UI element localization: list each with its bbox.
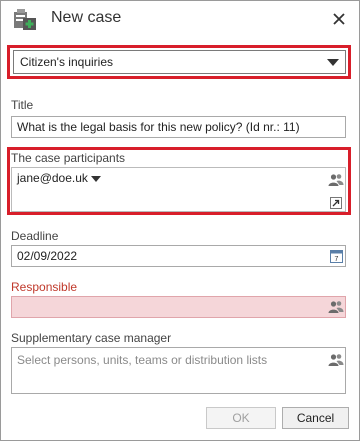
deadline-value: 02/09/2022 — [17, 249, 78, 263]
new-case-dialog: New case Citizen's inquiries Title What … — [0, 0, 360, 441]
title-label: Title — [11, 98, 34, 112]
title-input[interactable]: What is the legal basis for this new pol… — [11, 116, 346, 138]
participants-label: The case participants — [11, 151, 126, 165]
deadline-label: Deadline — [11, 229, 59, 243]
people-picker-icon[interactable] — [328, 353, 344, 367]
deadline-input[interactable]: 02/09/2022 7 — [11, 245, 346, 267]
calendar-icon[interactable]: 7 — [330, 249, 343, 263]
open-link-icon[interactable] — [330, 197, 342, 209]
chevron-down-icon[interactable] — [327, 59, 339, 66]
supplementary-label: Supplementary case manager — [11, 331, 172, 345]
responsible-label: Responsible — [11, 280, 78, 294]
case-type-value: Citizen's inquiries — [20, 55, 113, 69]
people-picker-icon[interactable] — [328, 300, 344, 314]
chevron-down-icon[interactable] — [90, 175, 101, 182]
case-app-icon — [13, 9, 37, 31]
responsible-input[interactable] — [11, 296, 346, 318]
dialog-title: New case — [51, 9, 122, 26]
cancel-button[interactable]: Cancel — [282, 407, 349, 429]
participants-field[interactable]: jane@doe.uk — [11, 167, 346, 212]
supplementary-input[interactable]: Select persons, units, teams or distribu… — [11, 347, 346, 394]
people-picker-icon[interactable] — [328, 173, 344, 187]
title-value: What is the legal basis for this new pol… — [17, 120, 300, 134]
participant-email: jane@doe.uk — [17, 171, 88, 185]
svg-text:7: 7 — [335, 256, 339, 263]
case-type-select[interactable]: Citizen's inquiries — [13, 50, 346, 74]
participant-token[interactable]: jane@doe.uk — [17, 171, 101, 185]
close-button[interactable] — [327, 7, 351, 31]
title-bar: New case — [1, 1, 359, 37]
close-icon — [333, 13, 345, 25]
supplementary-placeholder: Select persons, units, teams or distribu… — [17, 353, 268, 367]
ok-button[interactable]: OK — [206, 407, 276, 429]
